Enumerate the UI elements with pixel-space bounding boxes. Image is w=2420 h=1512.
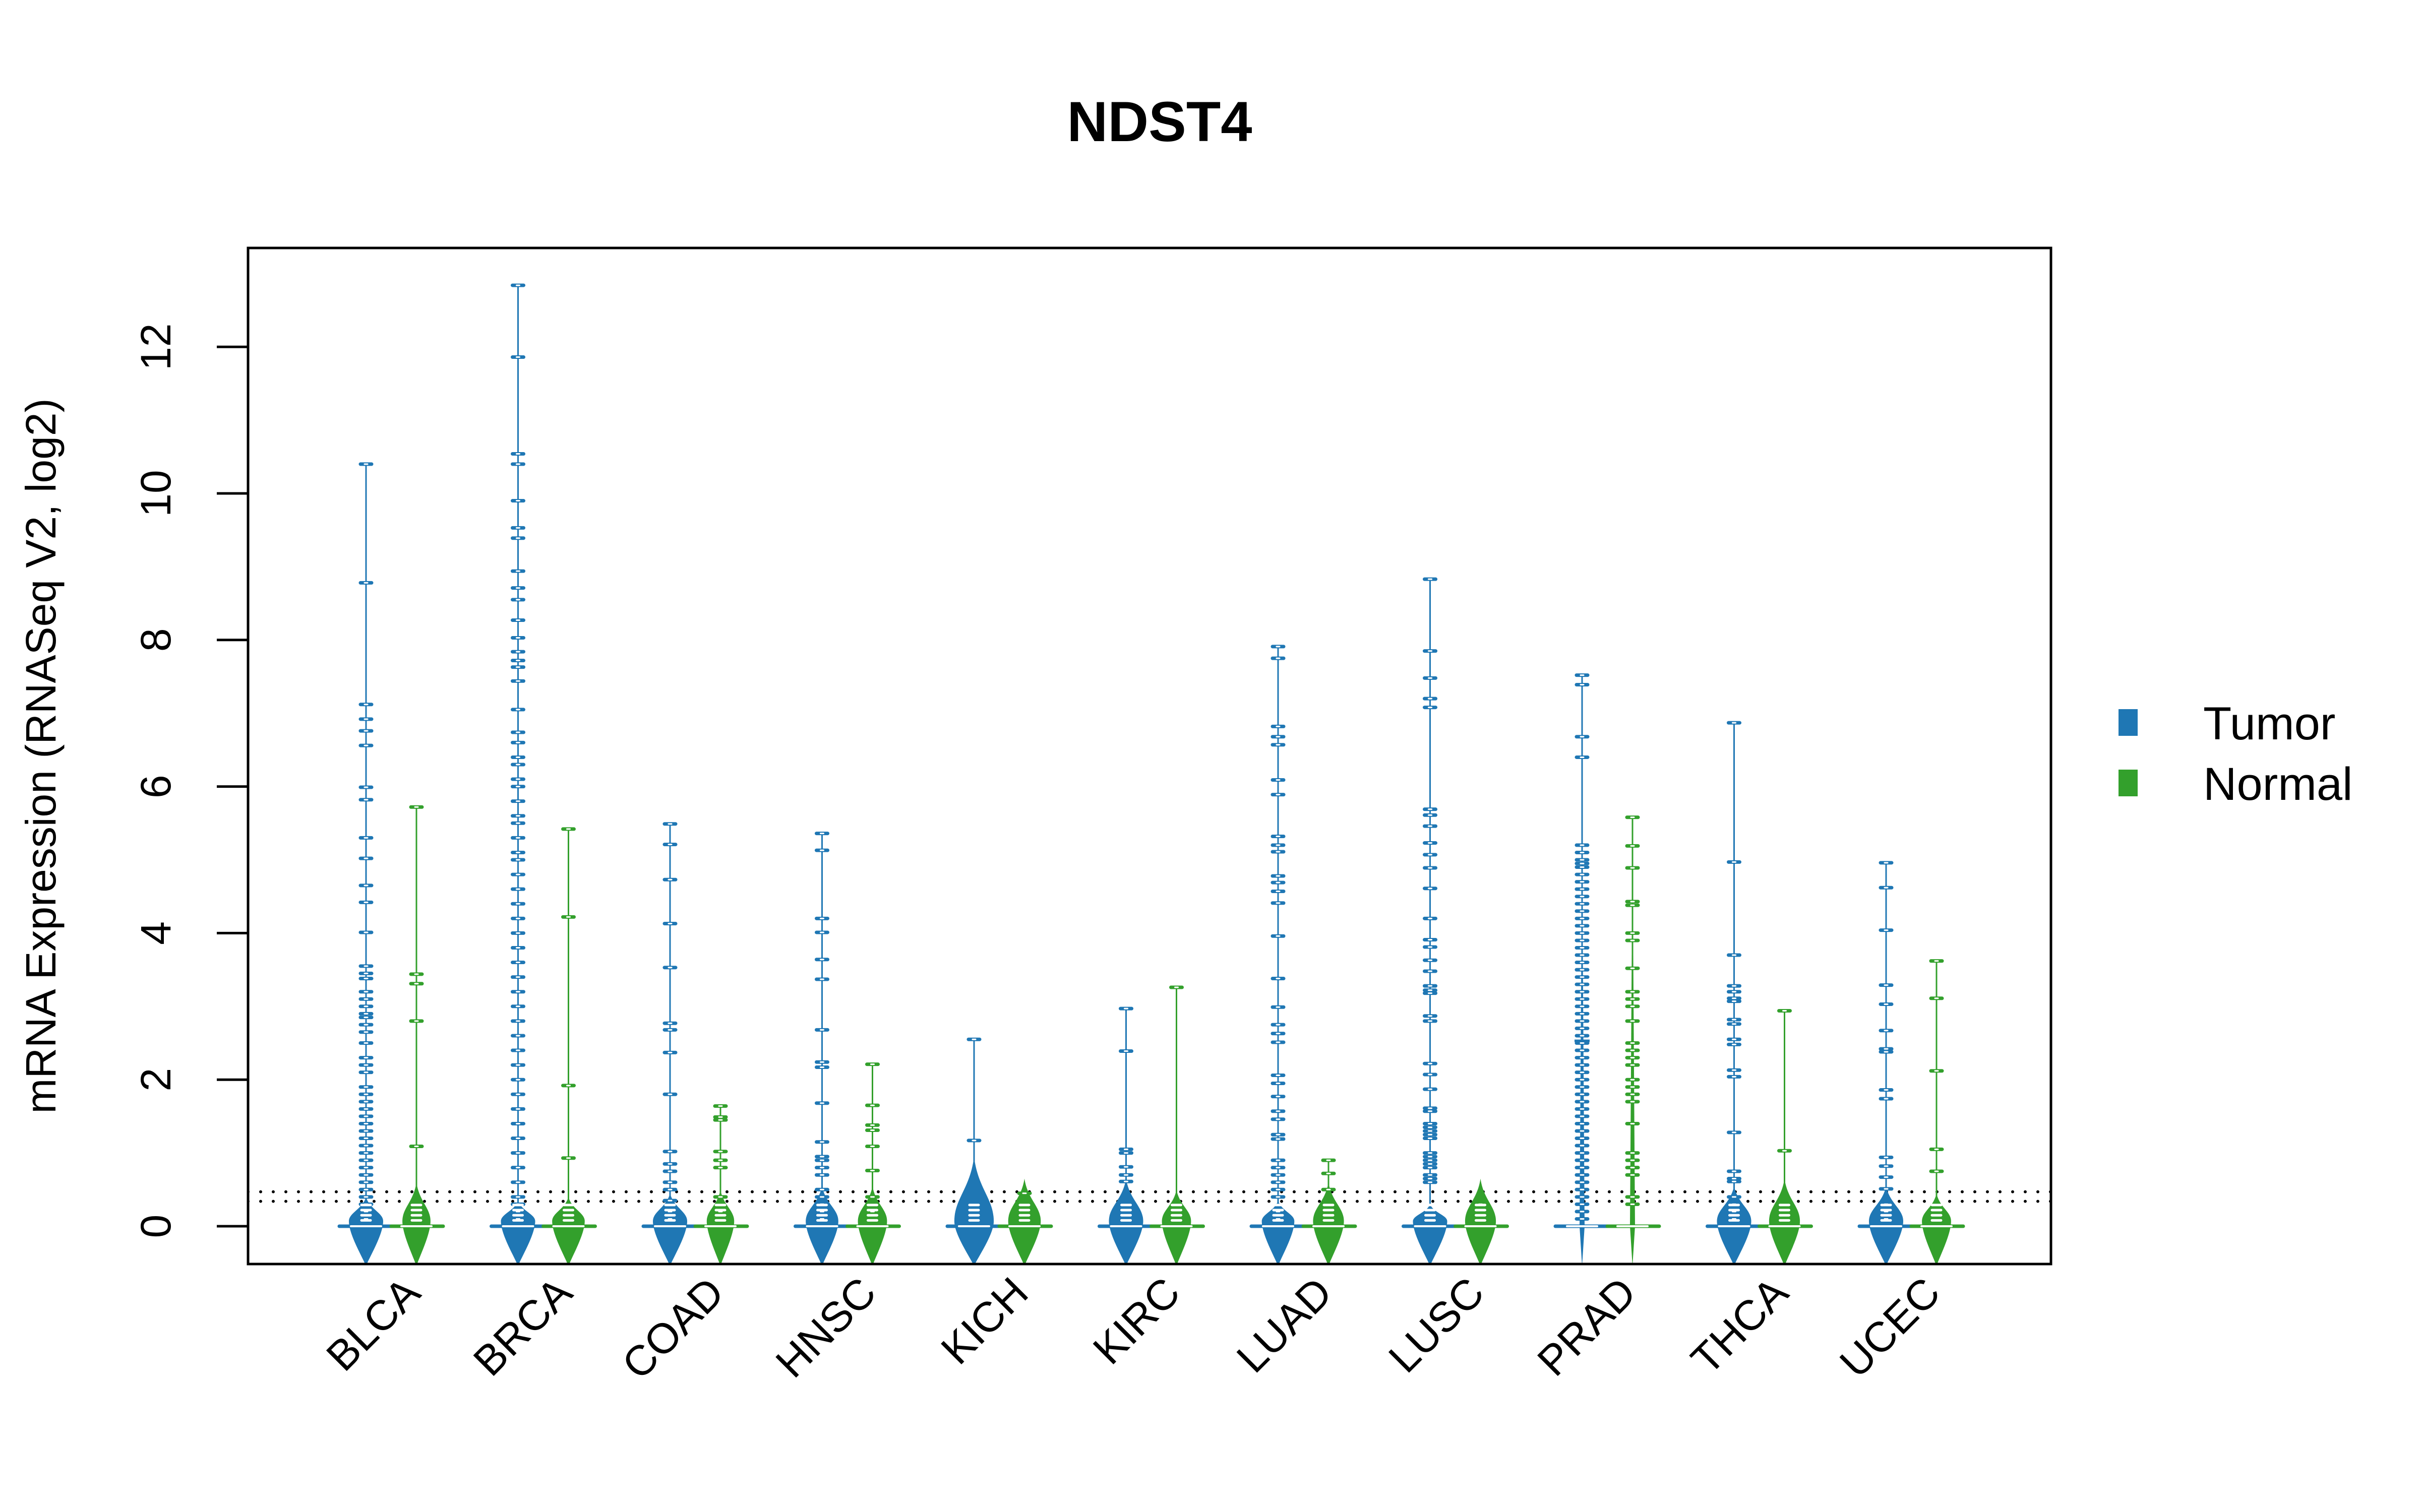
chart-title: NDST4 bbox=[1067, 90, 1252, 153]
y-axis-label: mRNA Expression (RNASeq V2, log2) bbox=[17, 398, 65, 1113]
x-tick-label: KICH bbox=[932, 1268, 1037, 1373]
bean-tumor-luad bbox=[1261, 645, 1295, 1264]
x-axis: BLCA BRCA COAD HNSC KICH KIRC LUAD LUSC PRAD THCA… bbox=[317, 1268, 1949, 1388]
bean-density bbox=[552, 1196, 585, 1264]
y-tick-label: 12 bbox=[132, 323, 179, 370]
legend: Tumor Normal bbox=[2119, 698, 2352, 810]
x-tick-label: HNSC bbox=[766, 1268, 885, 1387]
bean-tumor-thca bbox=[1717, 721, 1751, 1264]
bean-normal-blca bbox=[402, 805, 431, 1264]
bean-tumor-kich bbox=[954, 1037, 994, 1264]
x-tick-label: BLCA bbox=[317, 1268, 429, 1380]
bean-normal-prad bbox=[1625, 815, 1640, 1264]
bean-normal-kich bbox=[1008, 1178, 1041, 1264]
y-tick-label: 0 bbox=[132, 1215, 179, 1238]
x-tick-label: THCA bbox=[1682, 1268, 1797, 1383]
y-tick-label: 10 bbox=[132, 470, 179, 517]
legend-swatch-normal bbox=[2119, 770, 2138, 796]
x-tick-label: LUAD bbox=[1228, 1268, 1341, 1381]
plot-area bbox=[248, 283, 2051, 1264]
bean-normal-kirc bbox=[1162, 985, 1191, 1264]
bean-tumor-prad bbox=[1575, 673, 1590, 1264]
bean-density bbox=[349, 1196, 383, 1264]
x-tick-label: UCEC bbox=[1831, 1268, 1949, 1387]
bean-density bbox=[402, 1182, 431, 1264]
bean-tumor-blca bbox=[349, 462, 383, 1264]
bean-tumor-brca bbox=[501, 283, 535, 1264]
y-axis: 0 2 4 6 8 10 12 bbox=[132, 323, 248, 1238]
bean-density bbox=[1313, 1182, 1344, 1264]
bean-density bbox=[1109, 1178, 1143, 1264]
bean-tumor-lusc bbox=[1413, 577, 1447, 1264]
legend-label-tumor: Tumor bbox=[2203, 698, 2335, 749]
y-tick-label: 6 bbox=[132, 775, 179, 798]
bean-normal-ucec bbox=[1922, 959, 1951, 1264]
legend-label-normal: Normal bbox=[2203, 759, 2352, 810]
x-tick-label: COAD bbox=[613, 1268, 733, 1388]
x-tick-label: PRAD bbox=[1528, 1268, 1645, 1385]
beanplot-chart: NDST4 0 2 4 6 8 10 12 mRNA Expression (RNASeq … bbox=[17, 90, 2352, 1388]
y-tick-label: 4 bbox=[132, 921, 179, 945]
bean-normal-luad bbox=[1313, 1158, 1344, 1264]
bean-normal-coad bbox=[706, 1104, 735, 1264]
bean-density bbox=[1413, 1204, 1447, 1264]
bean-tumor-coad bbox=[653, 822, 687, 1264]
bean-normal-hnsc bbox=[858, 1062, 887, 1264]
x-tick-label: LUSC bbox=[1379, 1268, 1493, 1381]
bean-normal-brca bbox=[552, 827, 585, 1264]
legend-swatch-tumor bbox=[2119, 709, 2138, 736]
y-tick-label: 8 bbox=[132, 628, 179, 652]
bean-tumor-ucec bbox=[1869, 861, 1903, 1264]
x-tick-label: KIRC bbox=[1084, 1268, 1189, 1373]
y-tick-label: 2 bbox=[132, 1068, 179, 1092]
x-tick-label: BRCA bbox=[464, 1268, 581, 1385]
bean-tumor-hnsc bbox=[806, 832, 838, 1264]
